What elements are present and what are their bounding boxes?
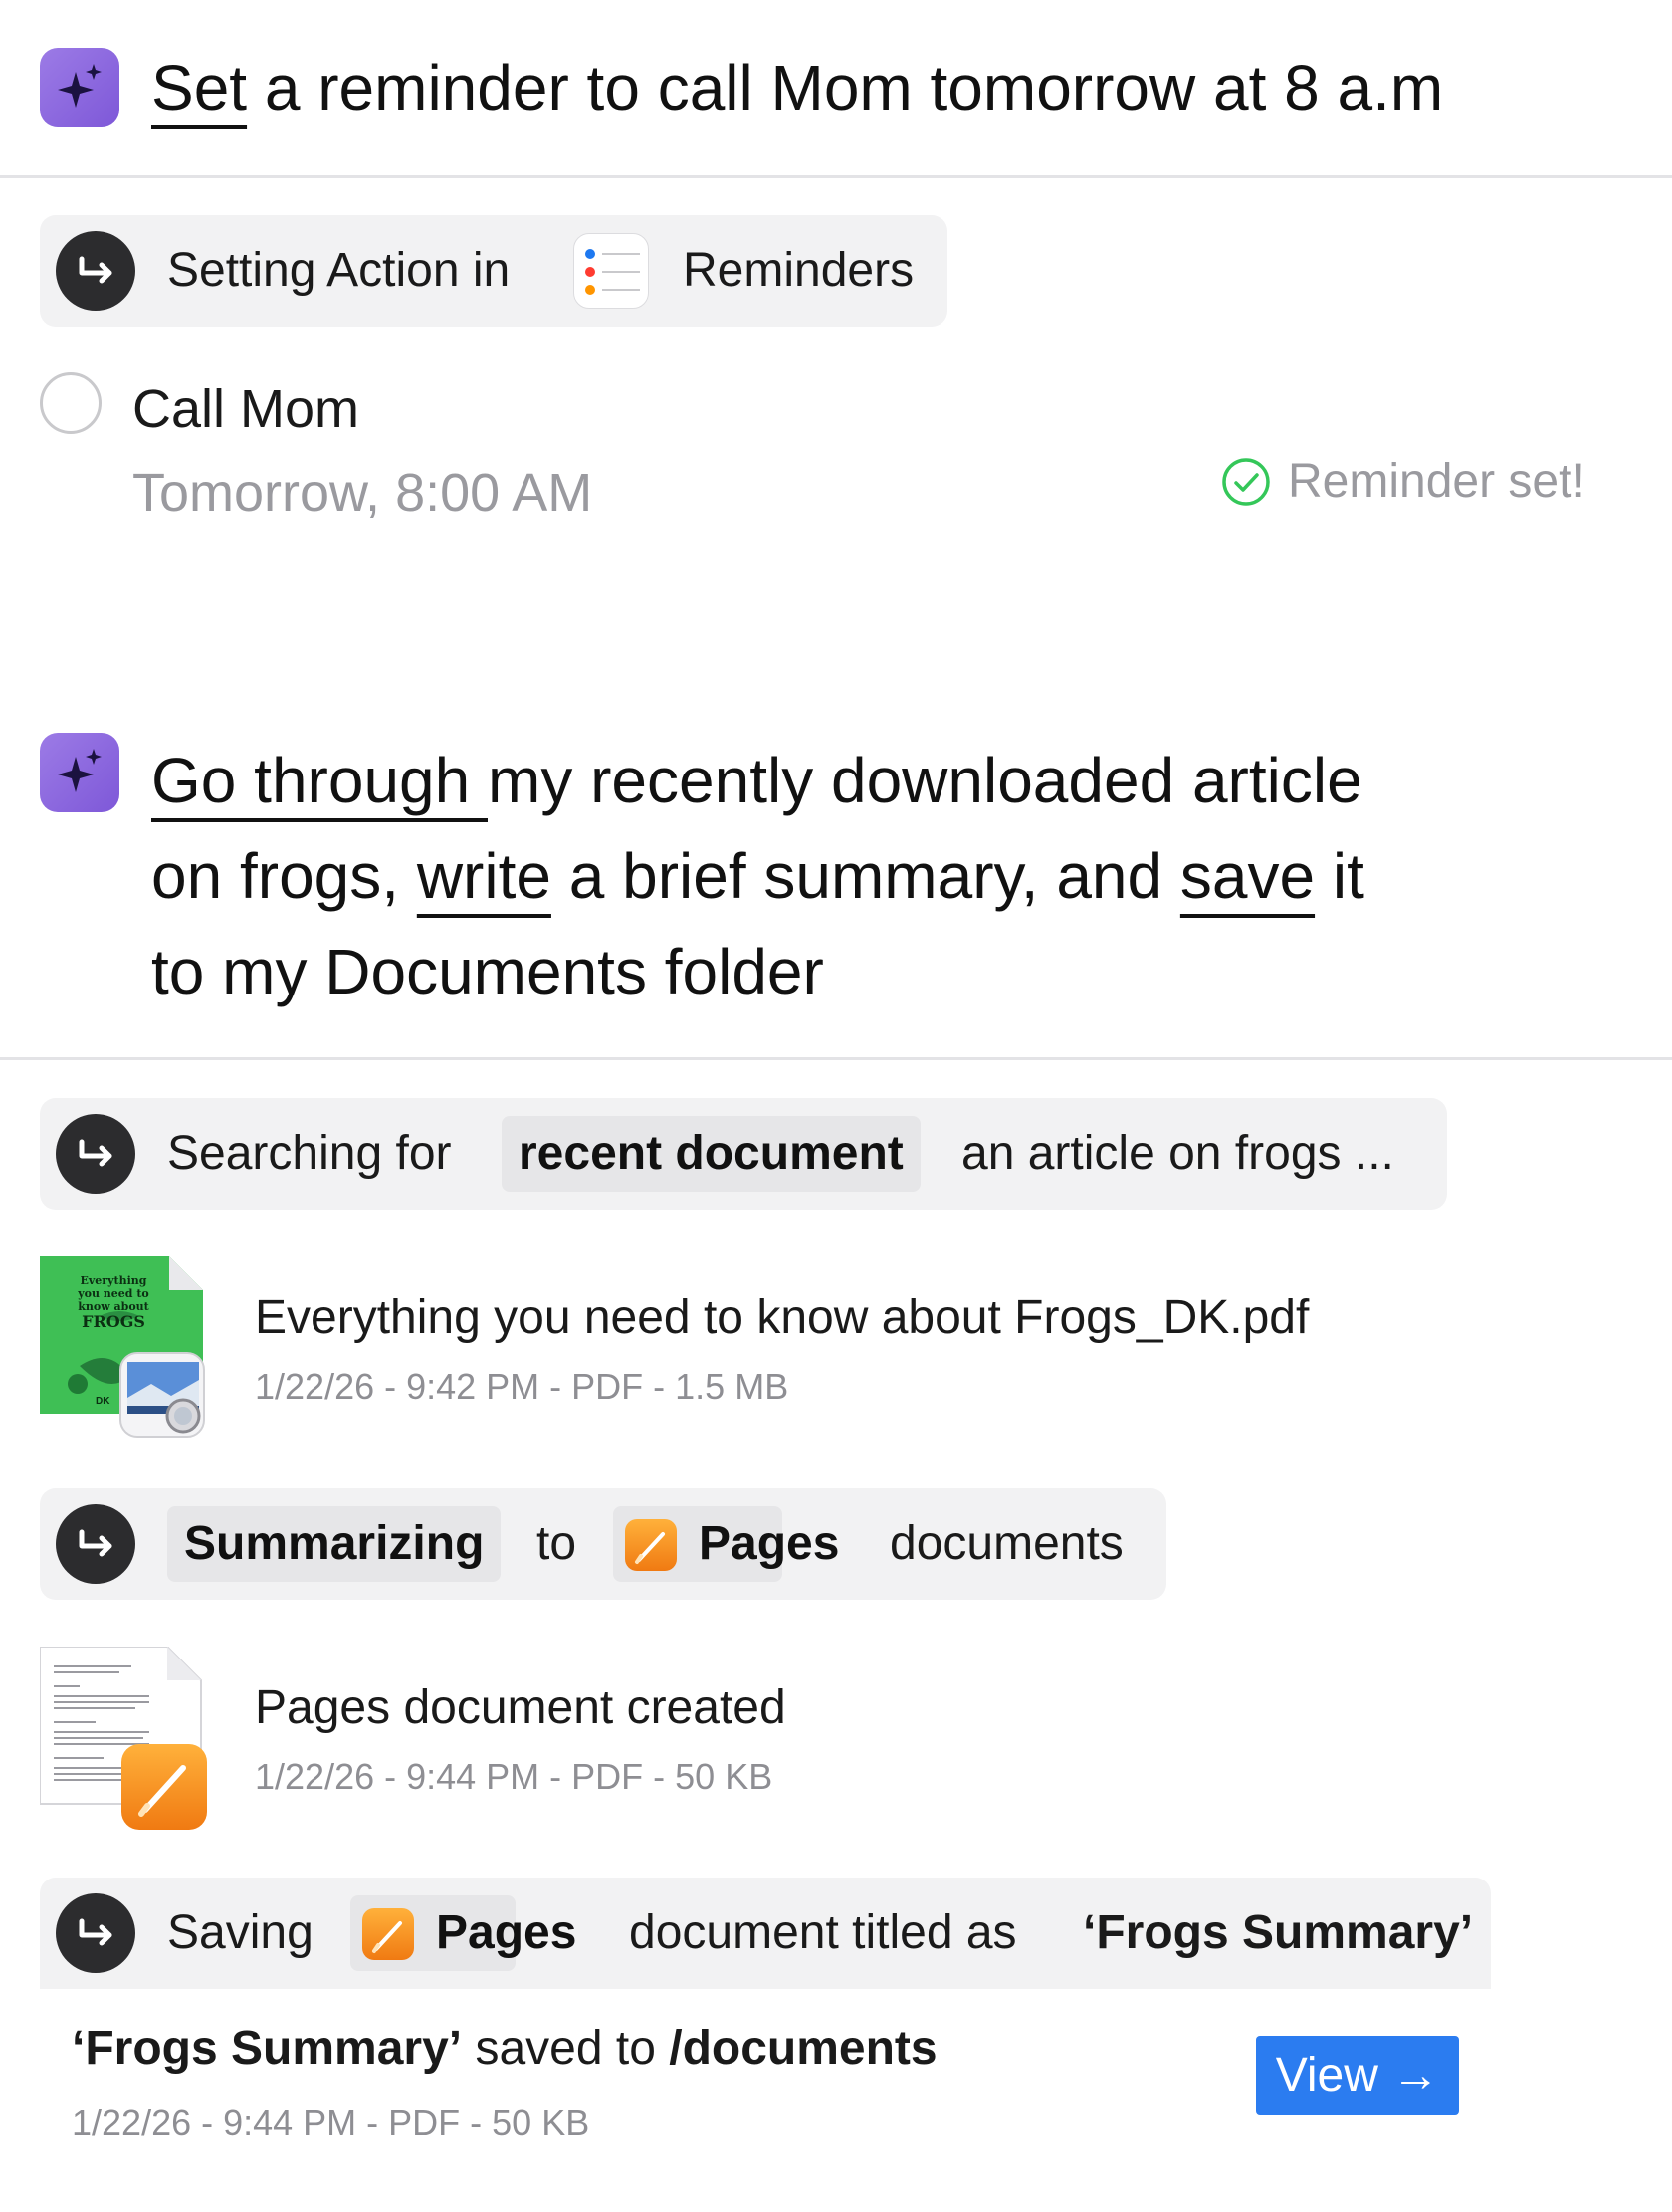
reminders-icon	[573, 233, 649, 309]
prompt-line-1: Go through my recently downloaded articl…	[151, 733, 1362, 828]
prompt-segment: my recently downloaded article	[488, 745, 1362, 816]
return-arrow-icon	[56, 1504, 135, 1584]
return-arrow-icon	[56, 1893, 135, 1973]
action-target: documents	[890, 1517, 1124, 1570]
action-label: Saving	[167, 1906, 314, 1959]
action-connector: document titled as	[629, 1906, 1017, 1959]
return-arrow-icon	[56, 231, 135, 311]
search-description: an article on frogs ...	[961, 1127, 1394, 1180]
reminder-status: Reminder set!	[1288, 455, 1585, 508]
file-meta: 1/22/26 - 9:42 PM - PDF - 1.5 MB	[255, 1366, 789, 1407]
checkmark-circle-icon	[1221, 457, 1271, 507]
task-chip: Summarizing	[167, 1506, 502, 1582]
pages-icon	[625, 1519, 677, 1571]
document-thumbnail[interactable]	[39, 1646, 207, 1832]
search-term-chip: recent document	[502, 1116, 921, 1192]
reminder-checkbox[interactable]	[40, 372, 102, 434]
action-label: Searching for	[167, 1127, 452, 1180]
prompt-verb-go-through: Go through	[151, 745, 488, 816]
divider	[0, 175, 1672, 178]
action-saving: Saving Pages document titled as ‘Frogs S…	[40, 1878, 1491, 1989]
prompt-rest: a reminder to call Mom tomorrow at 8 a.m	[247, 52, 1444, 123]
preview-app-icon	[119, 1352, 205, 1438]
ai-sparkle-icon	[40, 48, 119, 127]
file-meta: 1/22/26 - 9:44 PM - PDF - 50 KB	[255, 1756, 773, 1797]
document-title: ‘Frogs Summary’	[1083, 1906, 1474, 1959]
action-setting-reminder: Setting Action in Reminders	[40, 215, 947, 327]
saved-path: /documents	[669, 2022, 938, 2075]
save-result: ‘Frogs Summary’ saved to /documents	[72, 2021, 938, 2076]
app-chip: Pages	[613, 1506, 839, 1582]
thumb-line: Everything	[80, 1274, 147, 1287]
app-name: Reminders	[683, 244, 915, 297]
prompt-line-2: on frogs, write a brief summary, and sav…	[151, 828, 1364, 924]
saved-doc-name: ‘Frogs Summary’	[72, 2022, 463, 2075]
thumb-title: Everything you need to know about FROGS	[64, 1274, 163, 1331]
action-label: Setting Action in	[167, 244, 511, 297]
reminder-title: Call Mom	[132, 379, 360, 439]
file-name: Pages document created	[255, 1681, 786, 1734]
action-searching: Searching for recent document an article…	[40, 1098, 1447, 1210]
prompt-verb-save: save	[1179, 840, 1316, 912]
prompt-segment: a brief summary, and	[550, 840, 1180, 912]
pages-icon	[121, 1744, 207, 1830]
thumb-line: FROGS	[82, 1312, 145, 1331]
prompt-verb-set: Set	[151, 52, 248, 123]
prompt-verb-write: write	[416, 840, 551, 912]
action-summarizing: Summarizing to Pages documents	[40, 1488, 1166, 1600]
ai-sparkle-icon	[40, 733, 119, 812]
prompt-text: Set a reminder to call Mom tomorrow at 8…	[151, 40, 1443, 135]
pages-icon	[362, 1908, 414, 1960]
file-meta: 1/22/26 - 9:44 PM - PDF - 50 KB	[72, 2102, 590, 2143]
app-chip-label: Pages	[699, 1517, 840, 1570]
prompt-segment: on frogs,	[151, 840, 417, 912]
file-name: Everything you need to know about Frogs_…	[255, 1291, 1310, 1344]
app-chip-label: Pages	[436, 1906, 577, 1959]
prompt-line-3: to my Documents folder	[151, 936, 824, 1007]
saved-connector: saved to	[462, 2022, 670, 2075]
prompt-segment: it	[1315, 840, 1364, 912]
action-connector: to	[536, 1517, 577, 1570]
thumb-publisher: DK	[96, 1396, 110, 1407]
view-button[interactable]: View →	[1256, 2036, 1459, 2115]
return-arrow-icon	[56, 1114, 135, 1194]
divider	[0, 1057, 1672, 1060]
pdf-thumbnail[interactable]: Everything you need to know about FROGS …	[40, 1256, 209, 1441]
app-chip: Pages	[350, 1895, 576, 1971]
reminder-time: Tomorrow, 8:00 AM	[132, 463, 593, 523]
thumb-line: you need to	[78, 1287, 149, 1300]
